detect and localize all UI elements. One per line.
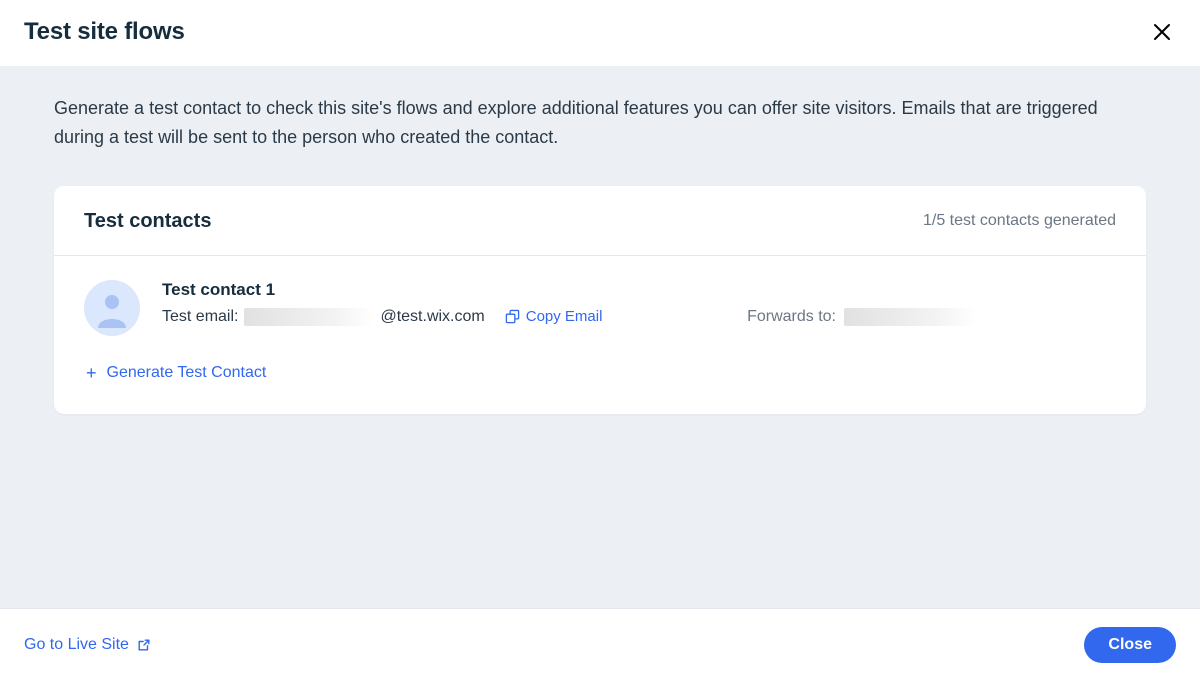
contact-name: Test contact 1 [162,280,1116,300]
test-site-flows-modal: Test site flows Generate a test contact … [0,0,1200,681]
redacted-forwards-value [844,308,976,326]
modal-header: Test site flows [0,0,1200,66]
generate-test-contact-label: Generate Test Contact [107,364,267,382]
contacts-generated-count: 1/5 test contacts generated [923,212,1116,230]
redacted-email-local [244,308,374,326]
test-email-domain: @test.wix.com [380,308,484,326]
card-header: Test contacts 1/5 test contacts generate… [54,186,1146,256]
go-to-live-site-label: Go to Live Site [24,636,129,654]
intro-text: Generate a test contact to check this si… [54,94,1134,152]
generate-test-contact-button[interactable]: + Generate Test Contact [86,364,266,382]
close-button[interactable]: Close [1084,627,1176,663]
test-email-label: Test email: [162,308,238,326]
card-title: Test contacts [84,210,211,233]
modal-body: Generate a test contact to check this si… [0,66,1200,608]
contact-main: Test contact 1 Test email: @test.wix.com [162,280,1116,326]
contact-row: Test contact 1 Test email: @test.wix.com [54,256,1146,346]
user-icon [92,288,132,328]
test-email-block: Test email: @test.wix.com Copy Email [162,308,602,326]
modal-title: Test site flows [24,18,185,46]
avatar [84,280,140,336]
contact-details: Test email: @test.wix.com Copy Email [162,308,1116,326]
close-icon[interactable] [1148,18,1176,46]
go-to-live-site-link[interactable]: Go to Live Site [24,636,151,654]
modal-footer: Go to Live Site Close [0,608,1200,681]
forwards-to-label: Forwards to: [747,308,836,326]
copy-email-label: Copy Email [526,308,603,325]
plus-icon: + [86,364,97,382]
forwards-to-block: Forwards to: [747,308,1116,326]
copy-icon [505,309,520,324]
external-link-icon [137,638,151,652]
copy-email-button[interactable]: Copy Email [505,308,603,325]
test-contacts-card: Test contacts 1/5 test contacts generate… [54,186,1146,414]
generate-row: + Generate Test Contact [54,346,1146,414]
